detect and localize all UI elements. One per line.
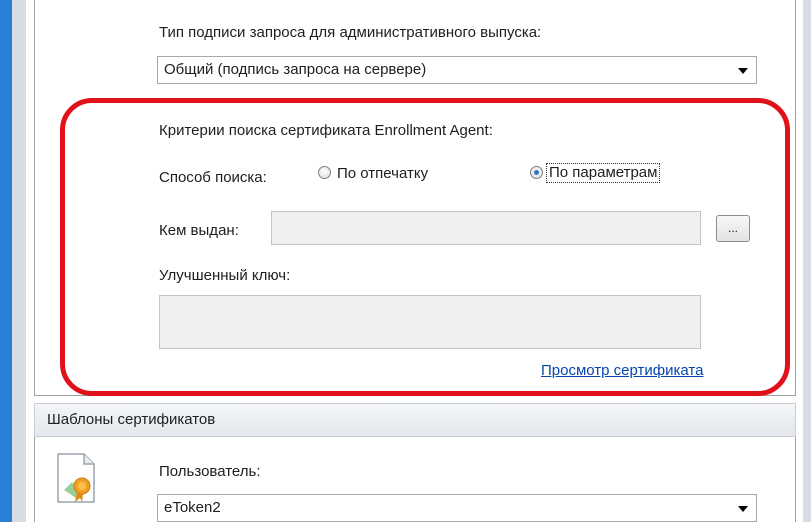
templates-header-title: Шаблоны сертификатов	[47, 411, 216, 428]
radio-parameters-label[interactable]: По параметрам	[546, 163, 661, 183]
search-method-label: Способ поиска:	[159, 169, 267, 186]
panel-left-edge	[34, 0, 35, 395]
signature-type-value: Общий (подпись запроса на сервере)	[164, 61, 427, 78]
radio-thumbprint[interactable]	[318, 166, 331, 179]
signature-type-label: Тип подписи запроса для административног…	[159, 24, 542, 41]
issued-by-input[interactable]	[271, 211, 701, 245]
window-left-frame	[12, 0, 26, 522]
highlight-annotation	[60, 98, 790, 396]
certificate-icon	[57, 453, 95, 503]
chevron-down-icon	[738, 506, 748, 512]
chevron-down-icon	[738, 68, 748, 74]
issued-by-label: Кем выдан:	[159, 222, 239, 239]
templates-right-edge	[795, 437, 796, 522]
radio-parameters[interactable]	[530, 166, 543, 179]
view-certificate-link[interactable]: Просмотр сертификата	[541, 362, 703, 380]
panel-right-edge	[795, 0, 796, 395]
criteria-label: Критерии поиска сертификата Enrollment A…	[159, 122, 493, 139]
templates-left-edge	[34, 437, 35, 522]
user-template-value: eToken2	[164, 499, 221, 516]
window-right-frame	[803, 0, 811, 522]
enhanced-key-label: Улучшенный ключ:	[159, 267, 291, 284]
user-template-dropdown[interactable]: eToken2	[157, 494, 757, 522]
user-template-label: Пользователь:	[159, 463, 261, 480]
signature-type-dropdown[interactable]: Общий (подпись запроса на сервере)	[157, 56, 757, 84]
radio-thumbprint-label[interactable]: По отпечатку	[337, 165, 428, 183]
window-left-border	[0, 0, 12, 522]
enhanced-key-input[interactable]	[159, 295, 701, 349]
templates-section-header: Шаблоны сертификатов	[34, 403, 796, 437]
browse-button[interactable]: ...	[716, 215, 750, 242]
